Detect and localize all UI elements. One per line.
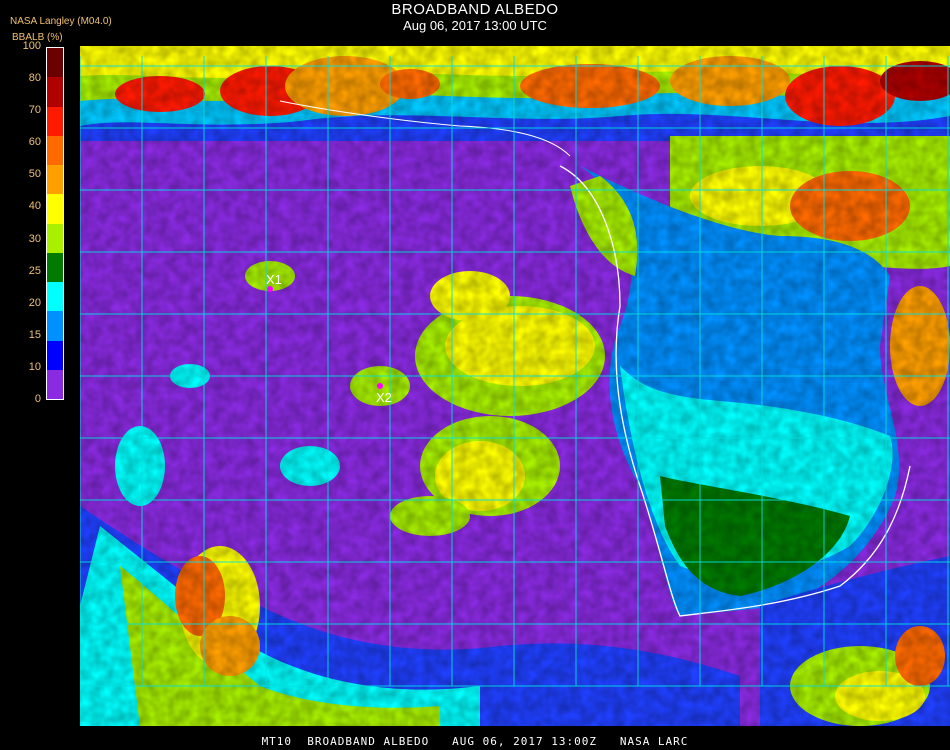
legend-tick-label: 100 (22, 40, 41, 52)
legend-tick-label: 15 (28, 328, 41, 341)
legend-tick-label: 80 (28, 72, 41, 85)
legend-tick-label: 60 (28, 136, 41, 149)
color-legend-bar (46, 47, 64, 400)
albedo-map: X1 X2 (80, 46, 950, 726)
marker-x2-label: X2 (376, 390, 392, 405)
footer-caption: MT10 BROADBAND ALBEDO AUG 06, 2017 13:00… (261, 735, 689, 748)
legend-tick-label: 20 (28, 296, 41, 309)
legend-swatch (47, 106, 63, 136)
map-title: BROADBAND ALBEDO (391, 1, 559, 18)
legend-swatch (47, 340, 63, 370)
legend-swatch (47, 165, 63, 195)
legend-swatch (47, 282, 63, 312)
legend-tick-label: 70 (28, 104, 41, 117)
legend-swatch (47, 223, 63, 253)
legend-tick-label: 40 (28, 200, 41, 213)
legend-swatch (47, 369, 63, 399)
legend-tick-label: 0 (34, 393, 41, 405)
source-label: NASA Langley (M04.0) (10, 16, 112, 27)
legend-swatch (47, 311, 63, 341)
marker-x1-label: X1 (266, 272, 282, 287)
legend-swatch (47, 194, 63, 224)
map-timestamp: Aug 06, 2017 13:00 UTC (403, 18, 547, 33)
legend-swatch (47, 77, 63, 107)
legend-swatch (47, 252, 63, 282)
legend-tick-label: 30 (28, 232, 41, 245)
legend-tick-label: 50 (28, 168, 41, 181)
legend-swatch (47, 48, 63, 78)
legend-tick-label: 25 (28, 264, 41, 277)
legend-tick-label: 10 (28, 360, 41, 373)
legend-swatch (47, 135, 63, 165)
